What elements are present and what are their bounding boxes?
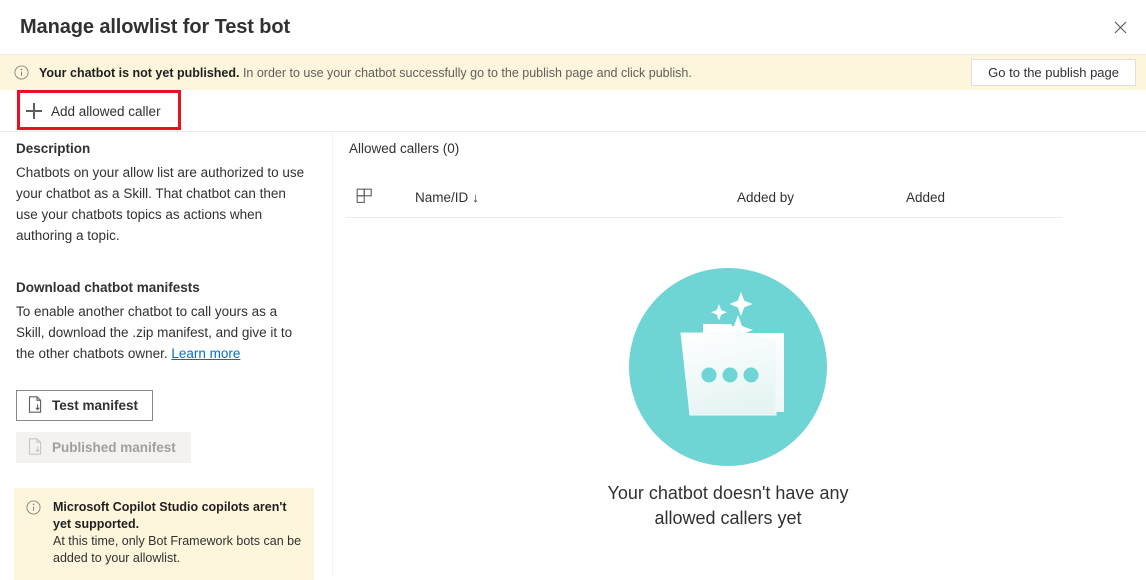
warning-text-block: Microsoft Copilot Studio copilots aren't… bbox=[53, 499, 302, 567]
info-icon bbox=[26, 500, 42, 516]
download-manifests-text: To enable another chatbot to call yours … bbox=[16, 304, 293, 361]
download-manifests-heading: Download chatbot manifests bbox=[16, 280, 200, 295]
dialog-titlebar: Manage allowlist for Test bot bbox=[0, 0, 1146, 55]
document-download-icon bbox=[28, 395, 43, 416]
test-manifest-label: Test manifest bbox=[52, 398, 139, 413]
page-title: Manage allowlist for Test bot bbox=[20, 16, 291, 38]
column-header-name-id-label: Name/ID bbox=[415, 190, 469, 205]
empty-state: Your chatbot doesn't have any allowed ca… bbox=[558, 267, 898, 531]
description-heading: Description bbox=[16, 141, 91, 156]
close-button[interactable] bbox=[1102, 10, 1138, 44]
plus-icon bbox=[26, 103, 42, 119]
warning-title: Microsoft Copilot Studio copilots aren't… bbox=[53, 500, 287, 531]
allowed-callers-table-header: Name/ID ↓ Added by Added bbox=[346, 180, 1062, 218]
allowed-callers-title: Allowed callers (0) bbox=[349, 141, 460, 156]
unsupported-warning-box: Microsoft Copilot Studio copilots aren't… bbox=[14, 488, 314, 580]
description-body: Chatbots on your allow list are authoriz… bbox=[16, 165, 305, 243]
banner-message-rest: In order to use your chatbot successfull… bbox=[239, 65, 692, 80]
download-manifests-body: To enable another chatbot to call yours … bbox=[16, 301, 308, 364]
empty-state-message: Your chatbot doesn't have any allowed ca… bbox=[607, 483, 849, 528]
add-allowed-caller-label: Add allowed caller bbox=[51, 103, 161, 119]
banner-message: Your chatbot is not yet published. In or… bbox=[39, 66, 692, 80]
info-icon bbox=[13, 65, 29, 81]
learn-more-link[interactable]: Learn more bbox=[171, 346, 240, 361]
column-picker-icon[interactable] bbox=[356, 188, 374, 206]
published-manifest-button[interactable]: Published manifest bbox=[16, 432, 191, 463]
column-header-added[interactable]: Added bbox=[906, 190, 945, 205]
command-bar: Add allowed caller bbox=[0, 90, 1146, 132]
document-download-icon bbox=[28, 437, 43, 458]
column-header-added-by[interactable]: Added by bbox=[737, 190, 794, 205]
empty-folder-illustration bbox=[628, 267, 828, 467]
go-to-publish-page-button[interactable]: Go to the publish page bbox=[971, 59, 1136, 86]
warning-body: At this time, only Bot Framework bots ca… bbox=[53, 534, 302, 565]
banner-message-bold: Your chatbot is not yet published. bbox=[39, 65, 240, 80]
test-manifest-button[interactable]: Test manifest bbox=[16, 390, 154, 421]
add-allowed-caller-button[interactable]: Add allowed caller bbox=[22, 94, 169, 128]
sort-descending-icon: ↓ bbox=[472, 190, 479, 205]
publish-notification-banner: Your chatbot is not yet published. In or… bbox=[0, 55, 1146, 90]
column-header-name-id[interactable]: Name/ID ↓ bbox=[415, 190, 479, 205]
allowed-callers-panel: Allowed callers (0) Name/ID ↓ Added by Ad… bbox=[334, 132, 1146, 577]
published-manifest-label: Published manifest bbox=[52, 440, 176, 455]
close-icon bbox=[1114, 21, 1127, 34]
